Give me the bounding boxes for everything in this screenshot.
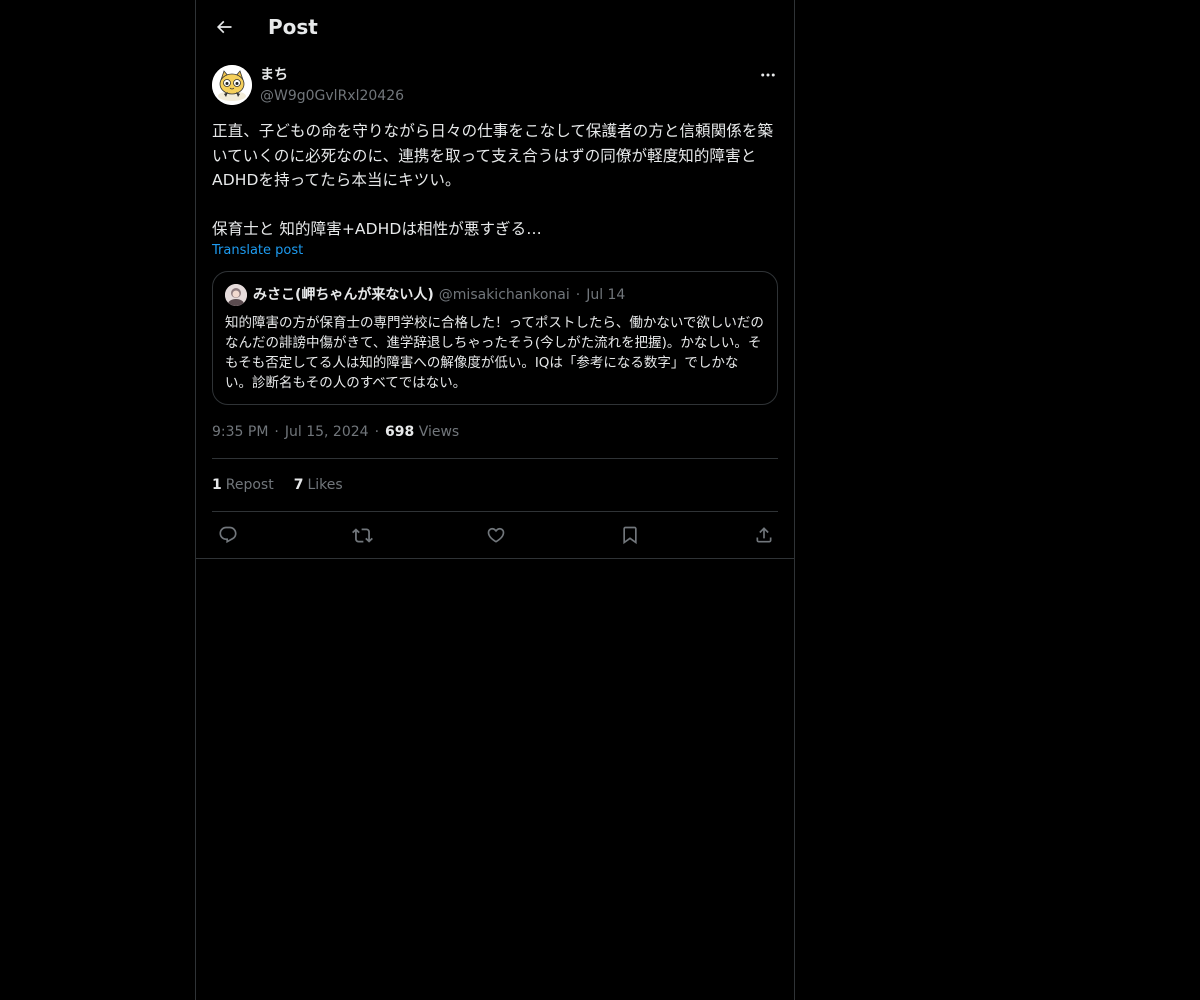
likes-stat[interactable]: 7 Likes [294,475,343,495]
like-icon [487,527,505,543]
reposts-count: 1 [212,477,222,493]
post-time[interactable]: 9:35 PM [212,424,268,440]
quote-author-handle: @misakichankonai [438,287,570,303]
post-header: Post [196,0,794,54]
back-button[interactable] [210,13,238,41]
meta-separator: · [274,424,279,440]
repost-icon [351,527,373,543]
reposts-stat[interactable]: 1 Repost [212,475,274,495]
post-column: Post まち @W9g0GvlRxl20426 正直、子どもの命を守りながら日… [195,0,795,1000]
views-count: 698 [385,424,415,440]
translate-post-link[interactable]: Translate post [212,242,303,260]
bookmark-icon [623,526,637,545]
likes-label: Likes [307,477,343,493]
quote-author-name: みさこ(岬ちゃんが来ない人) [253,287,434,303]
quoted-post[interactable]: みさこ(岬ちゃんが来ない人) @misakichankonai · Jul 14… [212,271,778,405]
likes-count: 7 [293,477,304,493]
engagement-stats: 1 Repost 7 Likes [212,475,363,495]
page-title: Post [268,15,318,39]
person-avatar-image [225,284,247,306]
quote-header: みさこ(岬ちゃんが来ない人) @misakichankonai · Jul 14 [253,285,625,305]
meta-separator: · [374,424,380,440]
quote-text: 知的障害の方が保育士の専門学校に合格した！ってポストしたら、働かないで欲しいだの… [225,315,764,391]
more-options-button[interactable] [756,65,780,85]
quote-date: Jul 14 [586,287,626,303]
reply-button[interactable] [216,523,240,547]
divider [212,458,778,459]
like-button[interactable] [484,523,508,547]
arrow-left-icon [216,20,232,34]
share-button[interactable] [752,523,776,547]
post-metadata: 9:35 PM · Jul 15, 2024 · 698 Views [212,422,459,442]
more-horizontal-icon [761,73,775,77]
share-icon [756,527,772,543]
post-text: 正直、子どもの命を守りながら日々の仕事をこなして保護者の方と信頼関係を築いていく… [212,122,774,238]
cat-avatar-image [212,65,252,105]
reposts-label: Repost [225,477,274,493]
quote-author-avatar [225,284,247,306]
quote-separator: · [575,287,581,303]
views-label: Views [418,424,460,440]
author-avatar[interactable] [212,65,252,105]
action-bar [196,512,794,559]
repost-button[interactable] [350,523,374,547]
bookmark-button[interactable] [618,523,642,547]
author-name[interactable]: まち [260,65,288,85]
post-date[interactable]: Jul 15, 2024 [285,424,369,440]
author-handle[interactable]: @W9g0GvlRxl20426 [260,86,404,106]
reply-icon [219,526,237,544]
